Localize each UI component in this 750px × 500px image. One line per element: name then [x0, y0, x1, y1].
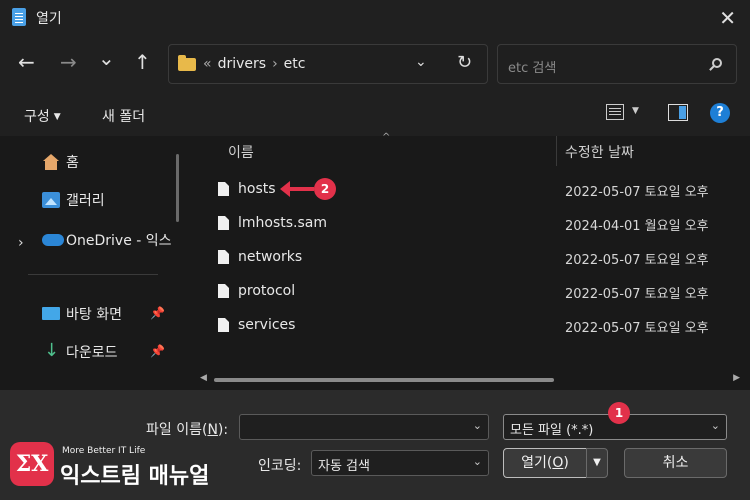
brand-logo: ΣX	[10, 442, 54, 486]
breadcrumb-separator: ›	[272, 56, 278, 72]
help-icon[interactable]: ?	[710, 103, 730, 123]
gallery-icon	[42, 192, 60, 208]
step-badge-1: 1	[608, 402, 630, 424]
file-list: ^ 이름 수정한 날짜 hosts 2 2022-05-07 토요일 오후 lm…	[196, 132, 750, 390]
column-divider[interactable]	[556, 136, 557, 166]
refresh-button[interactable]: ↻	[457, 52, 472, 73]
scrollbar-thumb[interactable]	[214, 378, 554, 382]
dialog-footer: 파일 이름(N): ⌄ 모든 파일 (*.*) ⌄ 1 인코딩: 자동 검색 ⌄…	[0, 390, 750, 500]
file-date: 2024-04-01 월요일 오후	[565, 219, 709, 234]
filetype-value: 모든 파일 (*.*)	[510, 423, 594, 438]
brand-name: 익스트림 매뉴얼	[60, 464, 210, 489]
sidebar-item-label: 홈	[66, 155, 79, 171]
file-name: protocol	[238, 283, 296, 299]
organize-label: 구성	[24, 109, 50, 125]
breadcrumb: « drivers › etc	[203, 56, 305, 72]
view-options-dropdown[interactable]: ▼	[632, 106, 639, 116]
sidebar-item-label: OneDrive - 익스	[66, 233, 172, 249]
home-icon	[42, 154, 60, 170]
filename-input[interactable]: ⌄	[239, 414, 489, 440]
navigation-pane: 홈 갤러리 › OneDrive - 익스 바탕 화면 📌 다운로드 📌 문서	[0, 136, 188, 390]
brand-tagline: More Better IT Life	[62, 446, 146, 456]
file-date: 2022-05-07 토요일 오후	[565, 287, 709, 302]
new-folder-button[interactable]: 새 폴더	[102, 106, 145, 126]
file-icon	[218, 284, 229, 298]
pin-icon[interactable]: 📌	[150, 306, 165, 320]
sidebar-item-label: 다운로드	[66, 345, 118, 361]
recent-locations-button[interactable]: ⌄	[98, 46, 115, 70]
sidebar-item-label: 바탕 화면	[66, 307, 122, 323]
table-row[interactable]: networks 2022-05-07 토요일 오후	[196, 241, 750, 275]
file-name: networks	[238, 249, 303, 265]
pin-icon[interactable]: 📌	[150, 344, 165, 358]
search-input[interactable]: etc 검색	[508, 57, 556, 76]
organize-menu[interactable]: 구성 ▼	[24, 106, 61, 126]
cloud-icon	[42, 234, 64, 246]
scroll-right-arrow[interactable]: ▶	[733, 373, 740, 383]
table-row[interactable]: lmhosts.sam 2024-04-01 월요일 오후	[196, 207, 750, 241]
folder-icon	[178, 55, 196, 71]
file-icon	[218, 250, 229, 264]
table-row[interactable]: protocol 2022-05-07 토요일 오후	[196, 275, 750, 309]
up-button[interactable]: ↑	[134, 50, 151, 74]
open-options-dropdown[interactable]: ▼	[586, 448, 608, 478]
search-box[interactable]: etc 검색	[497, 44, 737, 84]
breadcrumb-drivers[interactable]: drivers	[218, 56, 266, 72]
navigation-bar: ← → ⌄ ↑ « drivers › etc ⌄ ↻ etc 검색	[0, 36, 750, 92]
table-row[interactable]: services 2022-05-07 토요일 오후	[196, 309, 750, 343]
forward-button[interactable]: →	[60, 50, 77, 74]
encoding-select[interactable]: 자동 검색 ⌄	[311, 450, 489, 476]
preview-pane-icon[interactable]	[668, 104, 688, 121]
chevron-down-icon[interactable]: ⌄	[711, 419, 720, 432]
chevron-down-icon[interactable]: ⌄	[473, 419, 482, 432]
file-date: 2022-05-07 토요일 오후	[565, 321, 709, 336]
sidebar-scrollbar[interactable]	[176, 154, 179, 222]
window-title: 열기	[36, 11, 62, 27]
back-button[interactable]: ←	[18, 50, 35, 74]
step-badge-2: 2	[314, 178, 336, 200]
file-icon	[218, 216, 229, 230]
command-bar: 구성 ▼ 새 폴더 ▼ ?	[0, 92, 750, 136]
open-button[interactable]: 열기(O)	[503, 448, 587, 478]
content-area: 홈 갤러리 › OneDrive - 익스 바탕 화면 📌 다운로드 📌 문서 …	[0, 132, 750, 390]
table-row[interactable]: hosts 2 2022-05-07 토요일 오후	[196, 173, 750, 207]
download-icon	[42, 340, 60, 361]
horizontal-scrollbar[interactable]: ◀ ▶	[196, 373, 750, 386]
desktop-icon	[42, 307, 60, 320]
cancel-button[interactable]: 취소	[624, 448, 727, 478]
file-icon	[218, 318, 229, 332]
notepad-icon	[12, 8, 26, 26]
address-dropdown-button[interactable]: ⌄	[415, 54, 427, 70]
encoding-label: 인코딩:	[258, 458, 302, 474]
title-bar: 열기 ✕	[0, 0, 750, 36]
column-header-date[interactable]: 수정한 날짜	[565, 142, 634, 162]
address-bar[interactable]: « drivers › etc ⌄ ↻	[168, 44, 488, 84]
onedrive-expander[interactable]: ›	[18, 235, 24, 251]
close-button[interactable]: ✕	[719, 6, 736, 30]
scroll-left-arrow[interactable]: ◀	[200, 373, 207, 383]
file-date: 2022-05-07 토요일 오후	[565, 185, 709, 200]
callout-arrow	[280, 181, 314, 197]
breadcrumb-etc[interactable]: etc	[284, 56, 306, 72]
column-header-name[interactable]: 이름	[228, 142, 254, 162]
sidebar-item-label: 갤러리	[66, 193, 105, 209]
file-name: hosts	[238, 181, 276, 197]
chevron-down-icon[interactable]: ⌄	[473, 455, 482, 468]
file-date: 2022-05-07 토요일 오후	[565, 253, 709, 268]
search-icon	[712, 58, 722, 68]
file-name: services	[238, 317, 296, 333]
filename-label: 파일 이름(N):	[146, 422, 229, 438]
file-name: lmhosts.sam	[238, 215, 328, 231]
file-icon	[218, 182, 229, 196]
breadcrumb-overflow[interactable]: «	[203, 56, 212, 72]
sidebar-divider	[28, 274, 158, 275]
encoding-value: 자동 검색	[318, 459, 370, 474]
view-options-icon[interactable]	[606, 104, 624, 120]
sort-indicator-icon: ^	[382, 132, 391, 143]
